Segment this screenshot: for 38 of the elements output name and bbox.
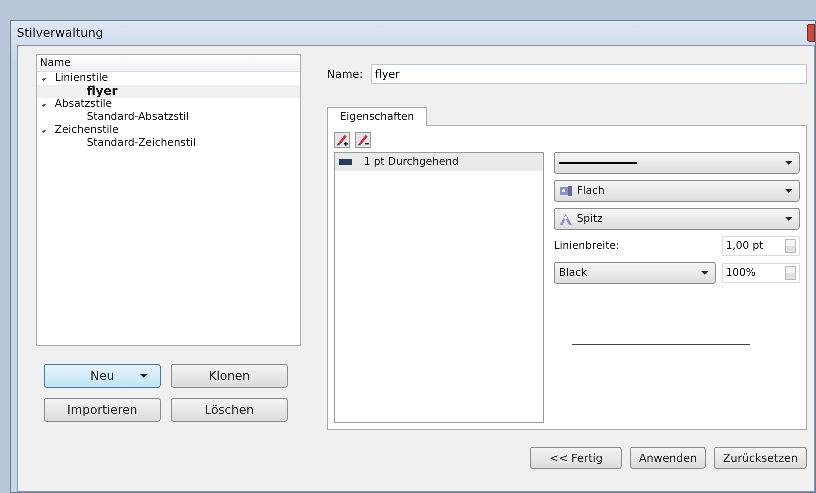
dialog-button[interactable]: << Fertig (530, 447, 622, 469)
action-button[interactable]: Neu (44, 364, 161, 388)
line-width-label: Linienbreite: (554, 240, 620, 252)
dialog-button[interactable]: Anwenden (630, 447, 706, 469)
line-swatch-icon (339, 159, 352, 165)
caret-icon (785, 161, 793, 165)
line-style-dropdown[interactable] (554, 152, 800, 174)
color-dropdown[interactable]: Black (554, 262, 716, 284)
action-button[interactable]: Importieren (44, 398, 161, 422)
line-list-item[interactable]: 1 pt Durchgehend (335, 153, 543, 171)
remove-pen-icon[interactable] (355, 132, 371, 148)
tree-item[interactable]: Absatzstile (37, 98, 300, 111)
end-cap-dropdown[interactable]: Flach (554, 180, 800, 202)
caret-icon (701, 271, 709, 275)
add-pen-icon[interactable] (334, 132, 350, 148)
name-label: Name: (327, 68, 364, 80)
tab[interactable]: Eigenschaften (327, 107, 428, 126)
dialog-button[interactable]: Zurücksetzen (714, 447, 807, 469)
expand-icon[interactable] (42, 102, 48, 108)
caret-icon (785, 217, 793, 221)
miter-join-icon (559, 212, 573, 226)
window-title: Stilverwaltung (17, 26, 104, 40)
tree-item[interactable]: flyer (37, 85, 300, 98)
join-dropdown[interactable]: Spitz (554, 208, 800, 230)
flat-cap-icon (559, 184, 573, 198)
tree-item[interactable]: Standard-Zeichenstil (37, 137, 300, 150)
close-button[interactable] (807, 24, 815, 42)
tree-item[interactable]: Zeichenstile (37, 124, 300, 137)
name-field[interactable]: flyer (371, 64, 807, 84)
line-width-spinbox[interactable]: 1,00 pt (722, 236, 800, 256)
action-button[interactable]: Klonen (171, 364, 288, 388)
column-header: Name (37, 55, 300, 72)
action-button[interactable]: Löschen (171, 398, 288, 422)
expand-icon[interactable] (42, 128, 48, 134)
tree-item[interactable]: Standard-Absatzstil (37, 111, 300, 124)
opacity-spinbox[interactable]: 100% (722, 263, 800, 283)
caret-icon (140, 374, 148, 378)
caret-icon (785, 189, 793, 193)
